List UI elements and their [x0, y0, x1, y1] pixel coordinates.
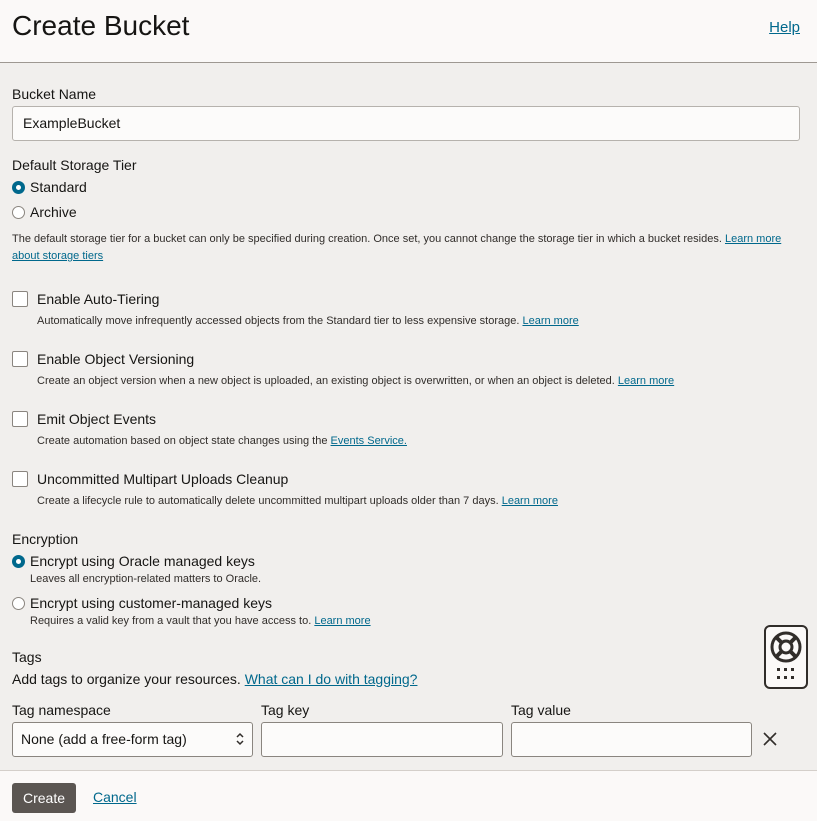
radio-button[interactable]	[12, 596, 25, 610]
option-label: Emit Object Events	[37, 411, 157, 427]
tags-intro: Add tags to organize your resources. Wha…	[12, 671, 418, 687]
close-icon[interactable]	[761, 730, 779, 748]
page-header: Create Bucket Help	[0, 0, 817, 63]
encryption-learn-more-link[interactable]: Learn more	[314, 615, 370, 627]
radio-button[interactable]	[12, 205, 25, 219]
tier-option-standard[interactable]: Standard	[12, 179, 87, 195]
form-footer: Create Cancel	[0, 770, 817, 821]
multipart-cleanup-learn-more-link[interactable]: Learn more	[502, 495, 558, 507]
lifebuoy-icon	[770, 631, 802, 663]
tier-option-archive[interactable]: Archive	[12, 204, 77, 220]
tagging-help-link[interactable]: What can I do with tagging?	[245, 671, 418, 687]
multipart-cleanup-description: Create a lifecycle rule to automatically…	[37, 495, 558, 507]
tag-value-label: Tag value	[511, 702, 571, 718]
auto-tiering-description: Automatically move infrequently accessed…	[37, 315, 579, 327]
encryption-option-label: Encrypt using Oracle managed keys	[30, 553, 255, 569]
help-widget[interactable]	[764, 625, 808, 689]
option-label: Enable Object Versioning	[37, 351, 195, 367]
radio-button-selected[interactable]	[12, 180, 25, 194]
auto-tiering-learn-more-link[interactable]: Learn more	[522, 315, 578, 327]
encryption-option-oracle[interactable]: Encrypt using Oracle managed keys	[12, 553, 255, 569]
help-link[interactable]: Help	[769, 19, 800, 36]
encryption-option-customer[interactable]: Encrypt using customer-managed keys	[12, 595, 272, 611]
storage-tier-help: The default storage tier for a bucket ca…	[12, 231, 802, 265]
bucket-name-input[interactable]: ExampleBucket	[12, 106, 800, 141]
page-title: Create Bucket	[12, 10, 190, 41]
encryption-oracle-description: Leaves all encryption-related matters to…	[30, 573, 262, 585]
tag-namespace-label: Tag namespace	[12, 702, 111, 718]
auto-tiering-option[interactable]: Enable Auto-Tiering	[12, 291, 159, 307]
object-events-option[interactable]: Emit Object Events	[12, 411, 156, 427]
auto-tiering-checkbox[interactable]	[12, 291, 28, 307]
storage-tier-help-text: The default storage tier for a bucket ca…	[12, 233, 722, 245]
object-events-description: Create automation based on object state …	[37, 435, 407, 447]
tag-key-input[interactable]	[261, 722, 503, 757]
tag-value-input[interactable]	[511, 722, 752, 757]
object-events-checkbox[interactable]	[12, 411, 28, 427]
multipart-cleanup-checkbox[interactable]	[12, 471, 28, 487]
object-versioning-learn-more-link[interactable]: Learn more	[618, 375, 674, 387]
events-service-link[interactable]: Events Service.	[331, 435, 407, 447]
chevron-updown-icon	[236, 732, 244, 746]
encryption-label: Encryption	[12, 531, 79, 547]
encryption-customer-description: Requires a valid key from a vault that y…	[30, 615, 371, 627]
grid-dots-icon	[777, 668, 794, 679]
object-versioning-description: Create an object version when a new obje…	[37, 375, 675, 387]
cancel-link[interactable]: Cancel	[93, 789, 137, 805]
object-versioning-checkbox[interactable]	[12, 351, 28, 367]
tag-namespace-select[interactable]: None (add a free-form tag)	[12, 722, 253, 757]
option-label: Enable Auto-Tiering	[37, 291, 160, 307]
tags-label: Tags	[12, 649, 42, 665]
tier-option-label: Standard	[30, 179, 87, 195]
tier-option-label: Archive	[30, 204, 77, 220]
encryption-option-label: Encrypt using customer-managed keys	[30, 595, 272, 611]
radio-button-selected[interactable]	[12, 554, 25, 568]
create-button[interactable]: Create	[12, 783, 76, 813]
tag-key-label: Tag key	[261, 702, 310, 718]
multipart-cleanup-option[interactable]: Uncommitted Multipart Uploads Cleanup	[12, 471, 288, 487]
option-label: Uncommitted Multipart Uploads Cleanup	[37, 471, 289, 487]
object-versioning-option[interactable]: Enable Object Versioning	[12, 351, 194, 367]
bucket-name-label: Bucket Name	[12, 86, 97, 102]
tag-namespace-value: None (add a free-form tag)	[21, 731, 187, 747]
storage-tier-label: Default Storage Tier	[12, 157, 137, 173]
